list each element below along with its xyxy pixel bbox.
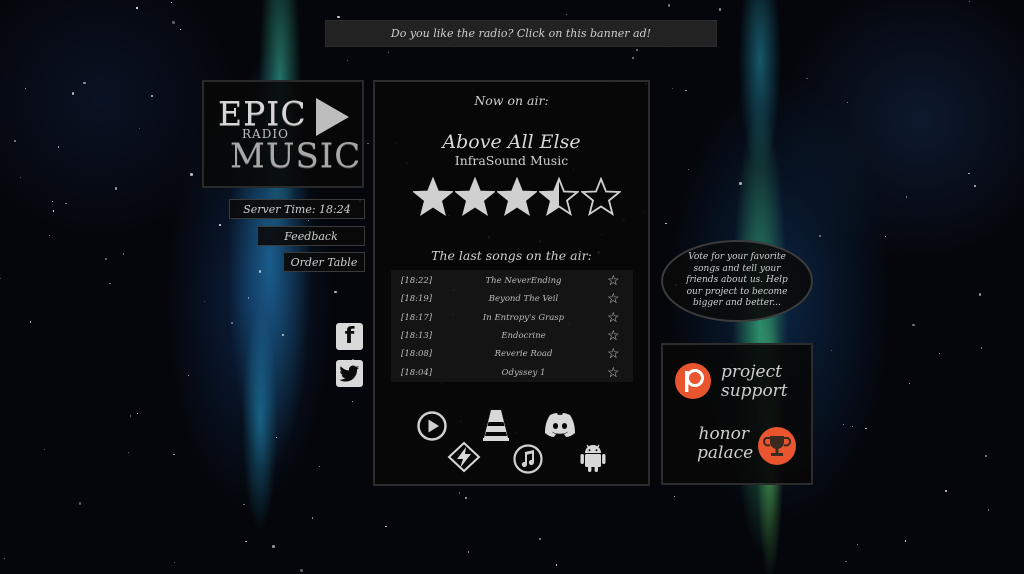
history-row: [18:04] Odyssey 1 ☆ bbox=[391, 364, 633, 382]
palace-text: palace bbox=[697, 443, 754, 463]
history-row: [18:08] Reverie Road ☆ bbox=[391, 345, 633, 363]
vote-bubble: Vote for your favorite songs and tell yo… bbox=[661, 240, 813, 322]
itunes-icon[interactable] bbox=[512, 443, 544, 475]
logo-text-music: MUSIC bbox=[230, 136, 362, 176]
favorite-star-icon[interactable]: ☆ bbox=[607, 310, 620, 326]
project-support-link[interactable]: project support bbox=[721, 363, 788, 401]
rating-star-icon[interactable] bbox=[581, 177, 621, 217]
rating-star-icon[interactable] bbox=[455, 177, 495, 217]
support-panel: project support honor palace bbox=[661, 343, 813, 485]
song-title: Above All Else bbox=[442, 131, 581, 153]
android-icon[interactable] bbox=[579, 442, 607, 474]
site-logo[interactable]: EPIC RADIO MUSIC bbox=[202, 80, 364, 188]
history-row: [18:13] Endocrine ☆ bbox=[391, 327, 633, 345]
support-text: support bbox=[721, 381, 788, 401]
history-row: [18:19] Beyond The Veil ☆ bbox=[391, 290, 633, 308]
last-songs-label: The last songs on the air: bbox=[431, 248, 592, 263]
history-title: Beyond The Veil bbox=[488, 294, 559, 305]
favorite-star-icon[interactable]: ☆ bbox=[607, 291, 620, 307]
twitter-bird-icon bbox=[339, 365, 360, 382]
now-playing-panel: Now on air: Above All Else InfraSound Mu… bbox=[373, 80, 650, 486]
twitter-icon[interactable] bbox=[336, 360, 363, 387]
discord-icon[interactable] bbox=[544, 412, 576, 438]
history-time: [18:22] bbox=[401, 276, 433, 286]
trophy-glyph-icon bbox=[763, 436, 791, 456]
logo-play-icon bbox=[316, 98, 349, 136]
server-time: Server Time: 18:24 bbox=[229, 199, 365, 219]
history-row: [18:17] In Entropy's Grasp ☆ bbox=[391, 309, 633, 327]
project-text: project bbox=[721, 362, 782, 382]
patreon-icon[interactable] bbox=[675, 363, 711, 399]
favorite-star-icon[interactable]: ☆ bbox=[607, 328, 620, 344]
play-circle-icon[interactable] bbox=[416, 410, 448, 442]
history-time: [18:13] bbox=[401, 330, 433, 341]
favorite-star-icon[interactable]: ☆ bbox=[607, 365, 620, 381]
rating-star-icon[interactable] bbox=[497, 177, 537, 217]
history-title: Endocrine bbox=[501, 330, 546, 341]
favorite-star-icon[interactable]: ☆ bbox=[607, 346, 620, 362]
honor-text: honor bbox=[698, 424, 750, 444]
now-on-air-label: Now on air: bbox=[474, 93, 549, 108]
song-artist: InfraSound Music bbox=[454, 153, 569, 168]
history-title: The NeverEnding bbox=[485, 276, 562, 286]
history-time: [18:04] bbox=[401, 367, 433, 378]
facebook-icon[interactable]: f bbox=[336, 323, 363, 350]
history-title: Odyssey 1 bbox=[501, 367, 546, 378]
history-title: Reverie Road bbox=[494, 349, 553, 360]
history-time: [18:19] bbox=[401, 294, 433, 305]
history-title: In Entropy's Grasp bbox=[482, 312, 565, 323]
rating-star-icon[interactable] bbox=[413, 177, 453, 217]
winamp-icon[interactable] bbox=[447, 441, 481, 473]
history-row: [18:22] The NeverEnding ☆ bbox=[391, 272, 633, 290]
feedback-button[interactable]: Feedback bbox=[257, 226, 365, 246]
banner-ad[interactable]: Do you like the radio? Click on this ban… bbox=[325, 20, 717, 47]
patreon-glyph-icon bbox=[685, 369, 704, 392]
history-time: [18:08] bbox=[401, 349, 433, 360]
rating-star-icon[interactable] bbox=[539, 177, 579, 217]
honor-palace-link[interactable]: honor palace bbox=[697, 424, 754, 463]
order-table-button[interactable]: Order Table bbox=[283, 252, 365, 272]
song-rating[interactable] bbox=[413, 177, 623, 217]
favorite-star-icon[interactable]: ☆ bbox=[607, 273, 620, 289]
history-list: [18:22] The NeverEnding ☆ [18:19] Beyond The… bbox=[391, 270, 633, 382]
history-time: [18:17] bbox=[401, 312, 433, 323]
trophy-icon[interactable] bbox=[758, 427, 796, 465]
vlc-icon[interactable] bbox=[482, 408, 510, 442]
